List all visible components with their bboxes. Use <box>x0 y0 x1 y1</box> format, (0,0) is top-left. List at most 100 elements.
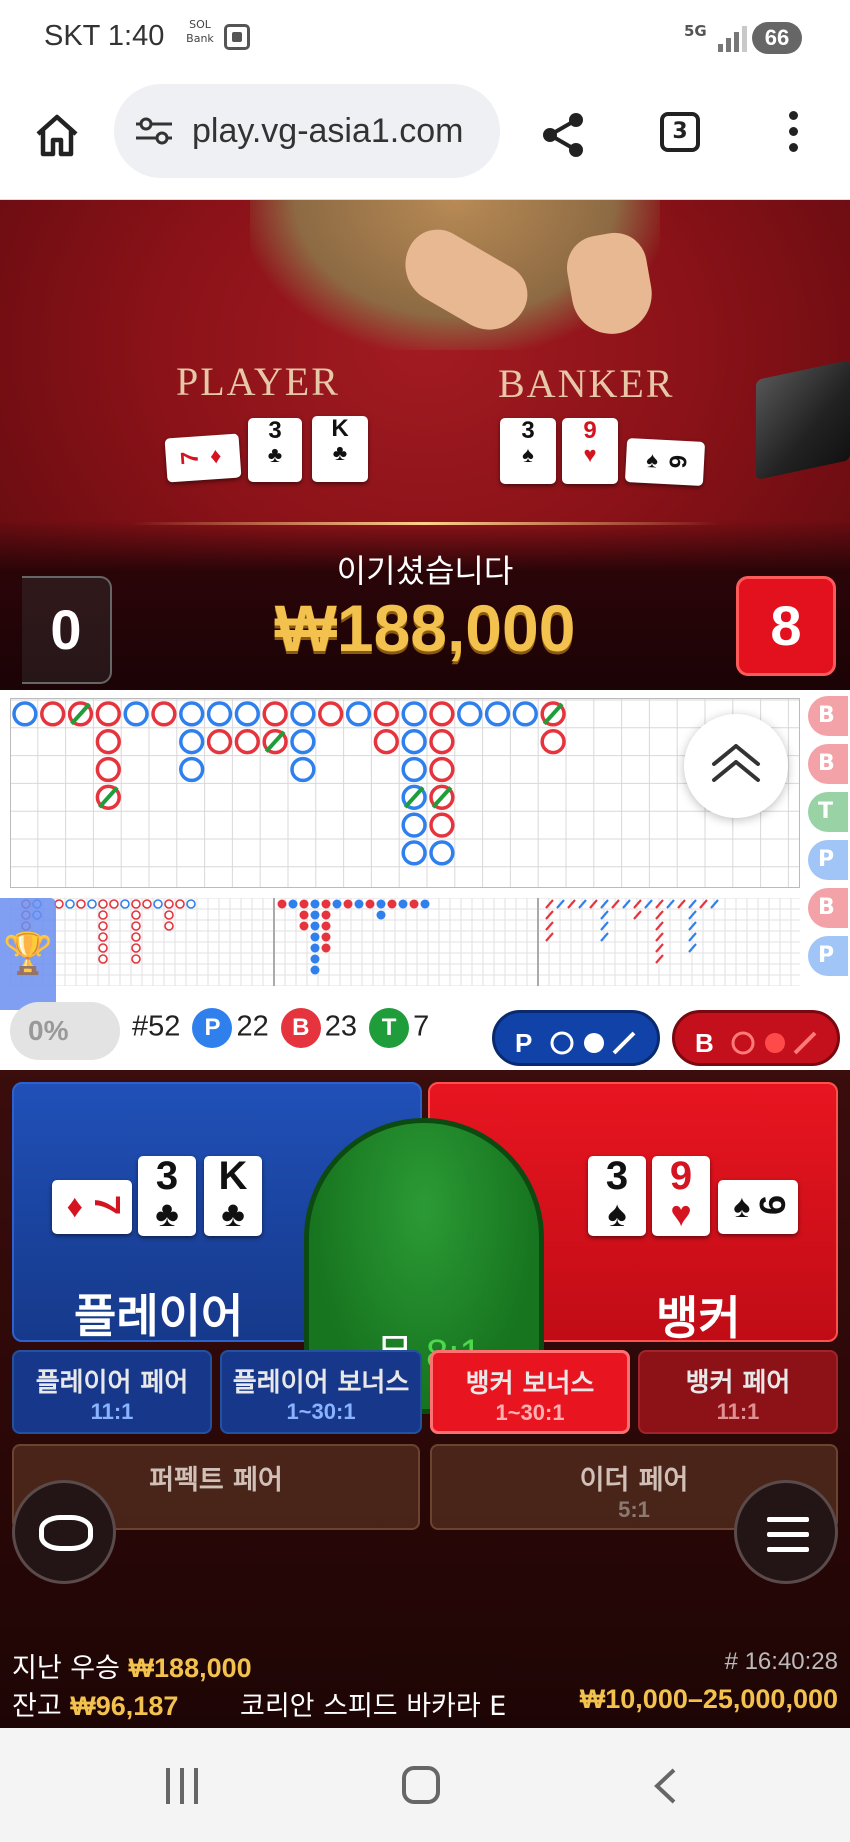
small-road-dot <box>310 932 320 942</box>
banker-card-2: 9 ♥ <box>562 418 618 484</box>
browser-toolbar: play.vg-asia1.com 3 <box>0 80 850 200</box>
bet-banker-label: 뱅커 <box>656 1291 741 1345</box>
small-road-dot <box>299 921 309 931</box>
betting-panel: ♦ 7 3 ♣ K ♣ 플레이어 3 ♠ 9 ♥ ♠ 6 뱅커 플레이어 페어 … <box>0 1070 850 1728</box>
small-road-marker <box>142 899 152 909</box>
round-time: # 16:40:28 <box>724 1648 838 1675</box>
small-road-dot <box>321 910 331 920</box>
small-road-dot <box>299 910 309 920</box>
small-road-marker <box>153 899 163 909</box>
small-road-marker <box>164 910 174 920</box>
player-marker <box>484 701 511 727</box>
bet-player-pair[interactable]: 플레이어 페어 11:1 <box>12 1350 212 1434</box>
player-marker <box>206 701 233 727</box>
home-icon[interactable] <box>32 110 82 160</box>
edge-label-4: P <box>808 840 848 880</box>
small-road-marker <box>76 899 86 909</box>
small-road-dot <box>277 899 287 909</box>
bet-banker-pair[interactable]: 뱅커 페어 11:1 <box>638 1350 838 1434</box>
small-road-dot <box>387 899 397 909</box>
banker-marker <box>151 701 177 727</box>
table-name: 코리안 스피드 바카라 E <box>240 1691 507 1722</box>
player-marker <box>429 840 455 866</box>
round-stats: #52 P 22 B 23 T7 <box>132 1008 429 1054</box>
tie-badge: T <box>369 1008 410 1048</box>
edge-label-2: B <box>808 744 848 784</box>
menu-button[interactable] <box>734 1480 838 1584</box>
android-nav-bar <box>0 1728 850 1842</box>
last-win: 지난 우승 ₩188,000 <box>12 1653 252 1684</box>
share-icon[interactable] <box>540 110 586 160</box>
network-indicator: 5G <box>684 22 707 40</box>
small-road-dot <box>354 899 364 909</box>
banker-marker <box>40 701 66 727</box>
player-marker <box>290 701 316 727</box>
expand-roadmap-button[interactable] <box>684 714 788 818</box>
player-card-2: 3 ♣ <box>248 418 302 482</box>
address-bar[interactable]: play.vg-asia1.com <box>114 84 500 178</box>
banker-marker <box>95 756 121 783</box>
banker-score: 8 <box>736 576 836 676</box>
player-marker <box>290 729 316 755</box>
sol-bank-icon: SOL Bank <box>186 18 214 45</box>
player-marker <box>290 756 316 783</box>
predict-symbols-icon <box>731 1031 817 1055</box>
bet-player-card-3: K ♣ <box>204 1156 262 1236</box>
player-marker <box>457 701 483 727</box>
bet-player-bonus[interactable]: 플레이어 보너스 1~30:1 <box>220 1350 422 1434</box>
small-road-dot <box>365 899 375 909</box>
more-options-icon[interactable] <box>785 108 801 158</box>
banker-marker <box>234 729 260 755</box>
banker-marker <box>373 729 399 755</box>
win-banner-line <box>130 522 720 525</box>
scoreboard-roadmap[interactable]: B B T P B P 🏆 0% #52 P 22 B 23 T7 P B <box>0 690 850 1070</box>
small-road-dot <box>299 899 309 909</box>
banker-marker <box>373 701 399 727</box>
win-amount: ₩188,000 <box>274 591 576 665</box>
bet-banker-bonus[interactable]: 뱅커 보너스 1~30:1 <box>430 1350 630 1434</box>
player-predict-button[interactable]: P <box>492 1010 660 1066</box>
banker-marker <box>95 729 121 755</box>
small-road-marker <box>131 910 141 920</box>
banker-marker <box>95 701 121 727</box>
player-badge: P <box>192 1008 233 1048</box>
big-road <box>10 698 800 888</box>
back-icon[interactable] <box>652 1768 678 1804</box>
tab-switcher-button[interactable]: 3 <box>660 112 700 152</box>
small-road-dot <box>321 899 331 909</box>
home-nav-icon[interactable] <box>402 1766 440 1804</box>
bet-banker-card-2: 9 ♥ <box>652 1156 710 1236</box>
chip-icon <box>39 1515 93 1551</box>
small-road-marker <box>98 954 108 964</box>
player-marker <box>345 701 372 727</box>
menu-icon <box>767 1517 809 1522</box>
next-result-column: B B T P B P <box>808 696 850 986</box>
roadmap-stats: 0% #52 P 22 B 23 T7 P B <box>0 996 850 1066</box>
small-road-dot <box>376 899 386 909</box>
recent-apps-icon[interactable] <box>166 1768 202 1804</box>
trophy-icon[interactable]: 🏆 <box>0 898 56 1010</box>
banker-predict-button[interactable]: B <box>672 1010 840 1066</box>
site-settings-icon[interactable] <box>134 116 174 146</box>
small-road-dot <box>409 899 419 909</box>
small-road-dot <box>343 899 353 909</box>
card-shoe <box>756 360 850 480</box>
small-road-dot <box>321 943 331 953</box>
small-road-marker <box>109 899 119 909</box>
tie-count: 7 <box>413 1010 430 1043</box>
small-road-marker <box>98 943 108 953</box>
small-road-marker <box>54 899 64 909</box>
banker-marker <box>429 729 455 755</box>
small-road-marker <box>98 921 108 931</box>
url-text[interactable]: play.vg-asia1.com <box>192 112 492 151</box>
small-road-dot <box>310 965 320 975</box>
small-road-dot <box>310 899 320 909</box>
player-marker <box>12 701 38 727</box>
small-road-marker <box>120 899 130 909</box>
banker-marker <box>206 729 233 755</box>
chip-select-button[interactable] <box>12 1480 116 1584</box>
player-marker <box>401 756 427 783</box>
small-road-marker <box>131 932 141 942</box>
small-road-marker <box>131 921 141 931</box>
live-video: PLAYER BANKER 7 ♦ 3 ♣ K ♣ 3 ♠ 9 ♥ ♠ 6 이기… <box>0 200 850 690</box>
